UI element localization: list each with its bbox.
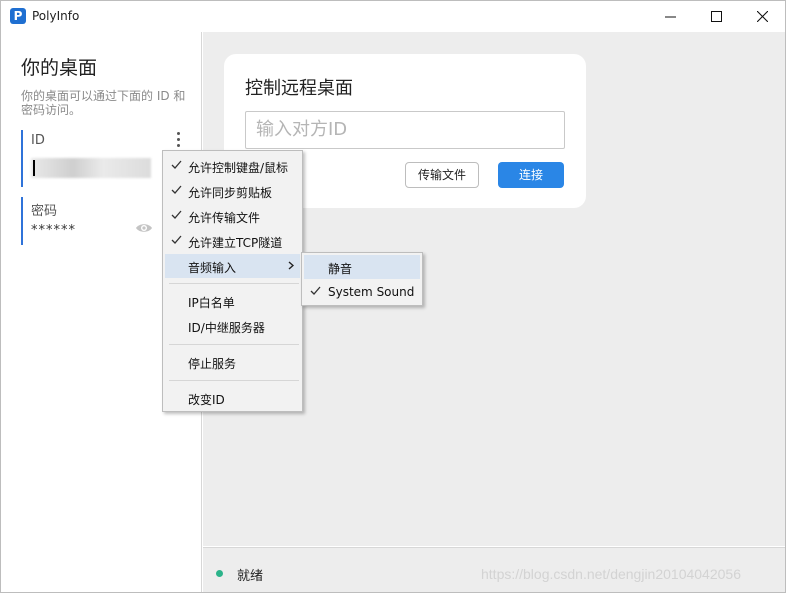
app-logo-icon: P: [10, 8, 26, 24]
options-context-menu: 允许控制键盘/鼠标 允许同步剪贴板 允许传输文件 允许建立TCP隧道 音频输入 …: [162, 150, 303, 412]
menu-item-audio-input[interactable]: 音频输入: [165, 254, 300, 278]
connect-button[interactable]: 连接: [498, 162, 564, 188]
menu-item-allow-tcp-tunnel[interactable]: 允许建立TCP隧道: [165, 229, 300, 253]
close-button[interactable]: [739, 1, 785, 32]
check-icon: [171, 235, 182, 244]
check-icon: [171, 210, 182, 219]
text-cursor: [33, 160, 35, 176]
local-desktop-title: 你的桌面: [21, 57, 98, 79]
eye-icon[interactable]: [135, 222, 153, 234]
status-indicator-icon: [216, 570, 223, 577]
check-icon: [171, 160, 182, 169]
submenu-item-mute[interactable]: 静音: [304, 255, 420, 279]
close-icon: [756, 11, 768, 22]
menu-item-allow-keyboard-mouse[interactable]: 允许控制键盘/鼠标: [165, 154, 300, 178]
watermark: https://blog.csdn.net/dengjin20104042056: [481, 566, 741, 582]
maximize-button[interactable]: [693, 1, 739, 32]
minimize-icon: [664, 16, 676, 18]
password-value: ******: [31, 223, 76, 238]
id-field: ID: [21, 130, 181, 187]
more-options-icon[interactable]: [173, 130, 183, 148]
menu-item-ip-whitelist[interactable]: IP白名单: [165, 289, 300, 313]
title-bar: P PolyInfo: [1, 1, 785, 32]
maximize-icon: [710, 11, 722, 22]
audio-input-submenu: 静音 System Sound: [301, 252, 423, 306]
chevron-right-icon: [288, 261, 294, 270]
menu-item-stop-service[interactable]: 停止服务: [165, 350, 300, 374]
app-logo-letter: P: [13, 9, 23, 23]
check-icon: [171, 185, 182, 194]
menu-separator: [169, 283, 299, 284]
status-text: 就绪: [237, 569, 264, 584]
check-icon: [310, 286, 321, 295]
transfer-file-button[interactable]: 传输文件: [405, 162, 479, 188]
menu-item-allow-clipboard[interactable]: 允许同步剪贴板: [165, 179, 300, 203]
menu-item-allow-file-transfer[interactable]: 允许传输文件: [165, 204, 300, 228]
password-field: 密码 ******: [21, 197, 181, 245]
menu-separator: [169, 380, 299, 381]
submenu-item-system-sound[interactable]: System Sound: [304, 280, 420, 304]
menu-item-relay-server[interactable]: ID/中继服务器: [165, 314, 300, 338]
local-desktop-description: 你的桌面可以通过下面的 ID 和密码访问。: [21, 89, 186, 117]
menu-item-change-id[interactable]: 改变ID: [165, 386, 300, 410]
password-label: 密码: [31, 204, 58, 219]
remote-control-title: 控制远程桌面: [245, 78, 353, 99]
minimize-button[interactable]: [647, 1, 693, 32]
window-title: PolyInfo: [32, 9, 80, 23]
id-value-redacted[interactable]: [31, 158, 151, 178]
menu-separator: [169, 344, 299, 345]
id-label: ID: [31, 133, 45, 148]
remote-id-input[interactable]: 输入对方ID: [245, 111, 565, 149]
app-window: P PolyInfo 你的桌面 你的桌面可以通过下面的 ID 和密码访问。 ID…: [0, 0, 786, 593]
